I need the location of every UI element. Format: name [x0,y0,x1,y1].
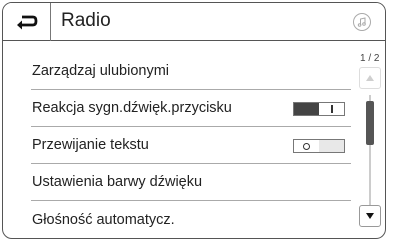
scrollbar-thumb[interactable] [366,101,374,145]
page-indicator: 1 / 2 [360,53,380,64]
toggle-on-segment [319,140,344,152]
chevron-down-icon [366,213,374,219]
toggle-off-segment [294,103,319,115]
back-arrow-icon [16,15,37,30]
toggle-on-mark [330,105,333,113]
menu-item-tone-settings[interactable]: Ustawienia barwy dźwięku [31,164,351,201]
toggle-on-segment [319,103,344,115]
menu-item-manage-favourites[interactable]: Zarządzaj ulubionymi [31,53,351,90]
chevron-up-icon [366,75,374,81]
page-title: Radio [61,10,111,31]
scroll-up-button[interactable] [359,67,381,89]
menu-item-label: Reakcja sygn.dźwięk.przycisku [32,100,232,116]
music-note-icon[interactable] [353,13,371,31]
menu-item-text-scroll[interactable]: Przewijanie tekstu [31,127,351,164]
menu-item-label: Zarządzaj ulubionymi [32,63,170,79]
toggle-off-segment [294,140,319,152]
header-bar: Radio [3,3,385,41]
music-note-glyph [357,17,366,27]
settings-list: Zarządzaj ulubionymi Reakcja sygn.dźwięk… [31,53,351,238]
menu-item-label: Ustawienia barwy dźwięku [32,174,203,190]
menu-item-button-beep[interactable]: Reakcja sygn.dźwięk.przycisku [31,90,351,127]
menu-item-auto-volume[interactable]: Głośność automatycz. [31,201,351,238]
toggle-off-mark [303,142,310,150]
menu-item-label: Przewijanie tekstu [32,137,149,153]
radio-settings-screen: Radio Zarządzaj ulubionymi Reakcja sygn.… [2,2,386,239]
scroll-down-button[interactable] [359,205,381,227]
menu-item-label: Głośność automatycz. [32,211,175,228]
back-button[interactable] [3,3,51,41]
button-beep-toggle[interactable] [293,102,345,116]
text-scroll-toggle[interactable] [293,139,345,153]
